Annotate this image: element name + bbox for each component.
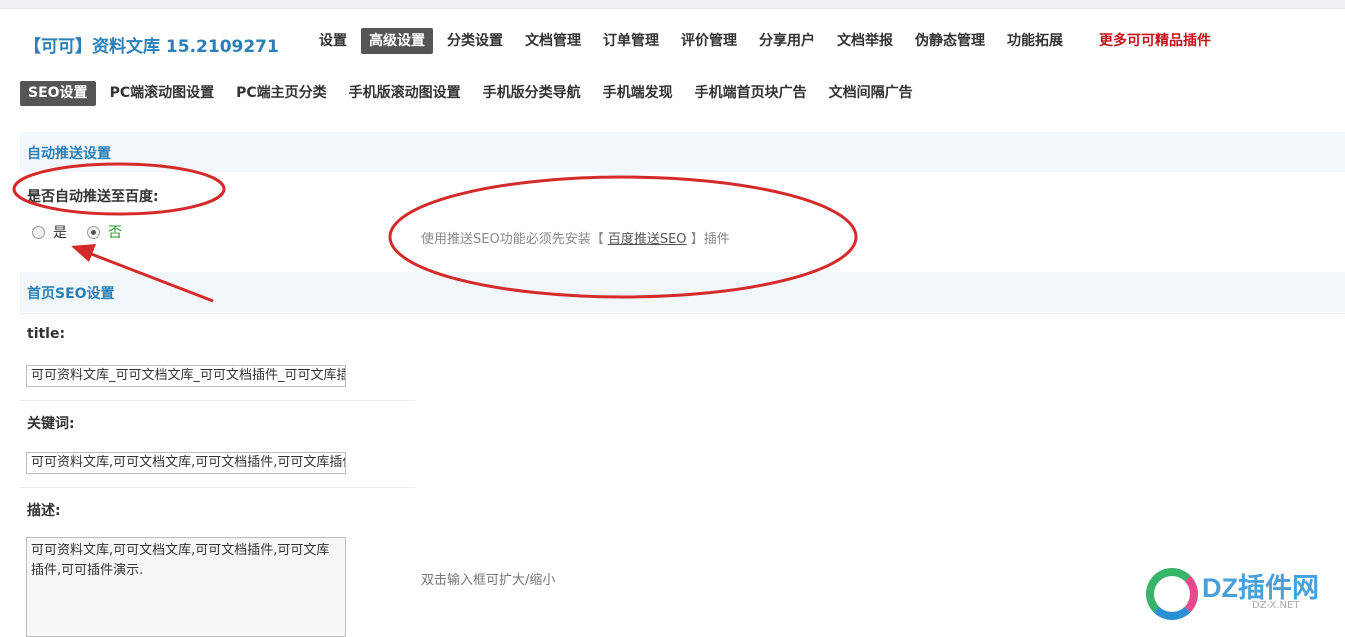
title-label: title:	[27, 326, 66, 342]
radio-yes[interactable]	[32, 225, 45, 239]
section-title: 首页SEO设置	[27, 286, 115, 302]
sub-nav: SEO设置 PC端滚动图设置 PC端主页分类 手机版滚动图设置 手机版分类导航 …	[20, 81, 927, 106]
radio-no[interactable]	[87, 225, 100, 239]
description-label: 描述:	[27, 503, 61, 519]
title-input[interactable]: 可可资料文库_可可文档文库_可可文档插件_可可文库插件	[26, 365, 346, 387]
nav-document-management[interactable]: 文档管理	[517, 28, 589, 54]
annotation-arrow-head	[71, 244, 96, 262]
push-plugin-hint: 使用推送SEO功能必须先安装【 百度推送SEO 】插件	[421, 228, 730, 247]
nav-extensions[interactable]: 功能拓展	[999, 28, 1071, 54]
description-hint: 双击输入框可扩大/缩小	[421, 573, 556, 588]
subnav-pc-home-category[interactable]: PC端主页分类	[228, 81, 335, 106]
description-textarea[interactable]: 可可资料文库,可可文档文库,可可文档插件,可可文库插件,可可插件演示.	[26, 537, 346, 637]
top-border	[0, 0, 1345, 9]
radio-no-label[interactable]: 否	[108, 222, 122, 242]
subnav-seo-settings[interactable]: SEO设置	[20, 81, 96, 106]
section-home-seo: 首页SEO设置	[20, 271, 1345, 312]
nav-more-plugins[interactable]: 更多可可精品插件	[1091, 28, 1219, 54]
section-auto-push: 自动推送设置	[20, 131, 1345, 172]
subnav-mobile-home-ads[interactable]: 手机端首页块广告	[687, 81, 815, 106]
watermark-subtext: DZ-X.NET	[1252, 600, 1300, 611]
app-title: 【可可】资料文库 15.2109271	[24, 37, 279, 57]
subnav-mobile-slider[interactable]: 手机版滚动图设置	[341, 81, 469, 106]
subnav-mobile-category-nav[interactable]: 手机版分类导航	[475, 81, 589, 106]
nav-category-settings[interactable]: 分类设置	[439, 28, 511, 54]
divider	[20, 487, 415, 488]
subnav-doc-interval-ads[interactable]: 文档间隔广告	[821, 81, 921, 106]
nav-document-reports[interactable]: 文档举报	[829, 28, 901, 54]
subnav-mobile-discover[interactable]: 手机端发现	[595, 81, 681, 106]
nav-rewrite-management[interactable]: 伪静态管理	[907, 28, 993, 54]
nav-settings[interactable]: 设置	[311, 28, 355, 54]
watermark-logo-icon	[1146, 568, 1198, 620]
divider	[20, 400, 415, 401]
hint-suffix: 】插件	[690, 232, 730, 247]
nav-share-users[interactable]: 分享用户	[751, 28, 823, 54]
header: 【可可】资料文库 15.2109271 设置 高级设置 分类设置 文档管理 订单…	[0, 28, 1345, 60]
keywords-input[interactable]: 可可资料文库,可可文档文库,可可文档插件,可可文库插件	[26, 452, 346, 474]
keywords-label: 关键词:	[27, 416, 75, 432]
divider	[20, 313, 1345, 314]
nav-advanced-settings[interactable]: 高级设置	[361, 28, 433, 54]
nav-review-management[interactable]: 评价管理	[673, 28, 745, 54]
radio-yes-label[interactable]: 是	[53, 222, 67, 242]
hint-prefix: 使用推送SEO功能必须先安装【	[421, 232, 604, 247]
nav-order-management[interactable]: 订单管理	[595, 28, 667, 54]
subnav-pc-slider[interactable]: PC端滚动图设置	[102, 81, 223, 106]
baidu-push-seo-link[interactable]: 百度推送SEO	[608, 232, 687, 247]
auto-push-radio-group: 是 否	[32, 222, 122, 242]
section-title: 自动推送设置	[27, 146, 111, 162]
watermark: DZ插件网 DZ-X.NET	[1140, 560, 1340, 626]
main-nav: 设置 高级设置 分类设置 文档管理 订单管理 评价管理 分享用户 文档举报 伪静…	[311, 28, 1225, 54]
auto-push-question: 是否自动推送至百度:	[27, 189, 159, 205]
